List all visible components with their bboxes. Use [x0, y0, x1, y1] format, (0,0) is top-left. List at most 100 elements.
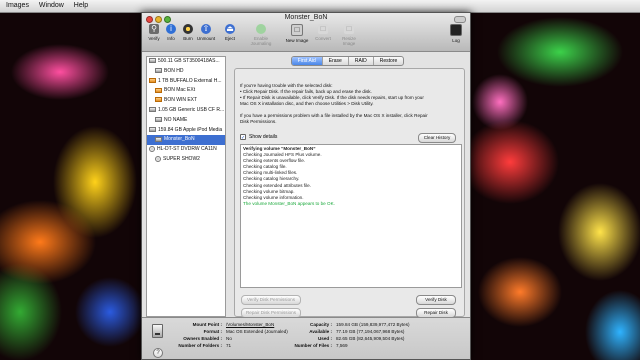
burn-icon: [183, 24, 193, 34]
sidebar-item-label: 1 TB BUFFALO External H...: [158, 77, 222, 84]
sidebar-item-bon-hd[interactable]: BON HD: [147, 67, 225, 77]
volume-icon: [155, 136, 162, 142]
sidebar-item-label: BON WIN EXT: [164, 97, 198, 104]
sidebar-item-drive-st3500[interactable]: 500.11 GB ST3500418AS...: [147, 57, 225, 67]
instruction-line: Disk Permissions.: [240, 119, 277, 124]
first-aid-pane: If you're having trouble with the select…: [234, 68, 465, 318]
used-value: 82.65 GB (82,645,909,504 Bytes): [336, 336, 405, 341]
verify-disk-permissions-button[interactable]: Verify Disk Permissions: [241, 295, 301, 305]
resize-image-toolbar-button[interactable]: □ Resize Image: [337, 24, 361, 46]
log-icon: [450, 24, 462, 36]
optical-drive-icon: [149, 145, 155, 152]
capacity-label: Capacity :: [310, 322, 332, 327]
used-label: Used :: [317, 336, 332, 341]
unmount-icon: ⇧: [201, 24, 211, 34]
disk-utility-window: Monster_BoN ⚲ Verify i Info Burn ⇧ Unmou…: [141, 12, 471, 360]
help-icon[interactable]: ?: [153, 348, 163, 358]
volume-icon: [152, 324, 163, 338]
show-details-label: Show details: [249, 134, 278, 140]
title-bar: Monster_BoN ⚲ Verify i Info Burn ⇧ Unmou…: [142, 13, 470, 52]
verify-label: Verify: [148, 36, 160, 41]
window-title: Monster_BoN: [284, 14, 328, 21]
menu-images[interactable]: Images: [6, 2, 29, 9]
sidebar-item-no-name[interactable]: NO NAME: [147, 116, 225, 126]
volume-icon: [155, 67, 162, 73]
mount-point-label: Mount Point :: [192, 322, 222, 327]
sidebar-item-bon-win-ext[interactable]: BON WIN EXT: [147, 96, 225, 106]
number-of-folders-label: Number of Folders :: [178, 343, 222, 348]
sidebar-item-label: BON Mac EXt: [164, 87, 196, 94]
main-panel: First Aid Erase RAID Restore If you're h…: [230, 56, 465, 318]
owners-enabled-label: Owners Enabled :: [183, 336, 222, 341]
tab-first-aid[interactable]: First Aid: [291, 57, 322, 65]
sidebar-item-label: 500.11 GB ST3500418AS...: [158, 58, 220, 64]
convert-toolbar-button[interactable]: □ Convert: [311, 24, 335, 41]
sidebar-item-label: SUPER SHOW2: [163, 155, 200, 162]
resize-image-label: Resize Image: [342, 36, 356, 46]
format-value: Mac OS Extended (Journaled): [226, 329, 288, 334]
sidebar-item-monster-bon[interactable]: Monster_BoN: [147, 135, 225, 146]
disc-icon: [155, 155, 161, 162]
sidebar-item-dvd-drive[interactable]: HL-DT-ST DVDRW CA11N: [147, 145, 225, 155]
new-image-toolbar-button[interactable]: □ New Image: [285, 24, 309, 43]
available-value: 77.19 GB (77,194,067,968 Bytes): [336, 329, 405, 334]
tab-group: First Aid Erase RAID Restore: [290, 56, 405, 66]
disk-info-bar: ? Mount Point : /Volumes/Monster_BoN For…: [142, 317, 470, 359]
eject-label: Eject: [224, 36, 235, 41]
sidebar-item-drive-buffalo[interactable]: 1 TB BUFFALO External H...: [147, 77, 225, 87]
sidebar-item-label: 159.84 GB Apple iPod Media: [158, 126, 223, 133]
sidebar-item-label: NO NAME: [164, 116, 188, 123]
menu-help[interactable]: Help: [74, 2, 88, 9]
convert-icon: □: [318, 24, 328, 34]
sidebar-item-label: BON HD: [164, 67, 184, 74]
enable-journaling-toolbar-button[interactable]: Enable Journaling: [246, 24, 276, 46]
mount-point-value[interactable]: /Volumes/Monster_BoN: [226, 322, 274, 327]
first-aid-log[interactable]: Verifying volume “Monster_BoN” Checking …: [240, 144, 462, 288]
unmount-toolbar-button[interactable]: ⇧ Unmount: [194, 24, 218, 41]
log-toolbar-button[interactable]: Log: [444, 24, 468, 43]
hard-drive-icon: [149, 58, 156, 64]
sidebar-item-drive-usb-cf[interactable]: 1.05 GB Generic USB CF R...: [147, 106, 225, 116]
toolbar-toggle-button[interactable]: [454, 16, 466, 23]
resize-icon: □: [344, 24, 354, 34]
checkmark-icon[interactable]: ✓: [240, 134, 246, 141]
available-label: Available :: [309, 329, 332, 334]
number-of-files-label: Number of Files :: [294, 343, 332, 348]
eject-icon: ⏏: [225, 24, 235, 34]
enable-journaling-label: Enable Journaling: [250, 36, 272, 46]
log-label: Log: [452, 38, 460, 43]
microscope-icon: ⚲: [149, 24, 159, 34]
external-volume-icon: [155, 87, 162, 93]
eject-toolbar-button[interactable]: ⏏ Eject: [218, 24, 242, 41]
info-label: Info: [167, 36, 175, 41]
volume-icon: [155, 116, 162, 122]
tab-erase[interactable]: Erase: [321, 57, 348, 65]
show-details-checkbox[interactable]: ✓ Show details: [240, 134, 278, 141]
number-of-folders-value: 71: [226, 343, 232, 348]
unmount-label: Unmount: [196, 36, 216, 41]
convert-label: Convert: [315, 36, 331, 41]
new-image-label: New Image: [285, 38, 309, 43]
capacity-value: 159.84 GB (159,839,977,472 Bytes): [336, 322, 410, 327]
sidebar-item-label: Monster_BoN: [164, 136, 195, 143]
info-icon: i: [166, 24, 176, 34]
first-aid-instructions: If you're having trouble with the select…: [240, 83, 460, 125]
owners-enabled-value: No: [226, 336, 232, 341]
burn-label: Burn: [183, 36, 193, 41]
log-line-success: The volume Monster_BoN appears to be OK.: [243, 200, 335, 206]
tab-raid[interactable]: RAID: [347, 57, 373, 65]
number-of-files-value: 7,569: [336, 343, 348, 348]
journal-icon: [256, 24, 266, 34]
menu-window[interactable]: Window: [39, 2, 64, 9]
verify-disk-button[interactable]: Verify Disk: [416, 295, 456, 305]
ipod-drive-icon: [149, 126, 156, 132]
sidebar-item-bon-mac-ext[interactable]: BON Mac EXt: [147, 86, 225, 96]
clear-history-button[interactable]: Clear History: [418, 133, 456, 143]
sidebar-item-drive-ipod[interactable]: 159.84 GB Apple iPod Media: [147, 126, 225, 136]
tab-restore[interactable]: Restore: [372, 57, 404, 65]
tab-bar: First Aid Erase RAID Restore: [230, 56, 465, 66]
disk-list: 500.11 GB ST3500418AS... BON HD 1 TB BUF…: [146, 56, 226, 317]
sidebar-item-label: 1.05 GB Generic USB CF R...: [158, 106, 225, 113]
sidebar-item-super-show2[interactable]: SUPER SHOW2: [147, 155, 225, 165]
external-volume-icon: [155, 97, 162, 103]
